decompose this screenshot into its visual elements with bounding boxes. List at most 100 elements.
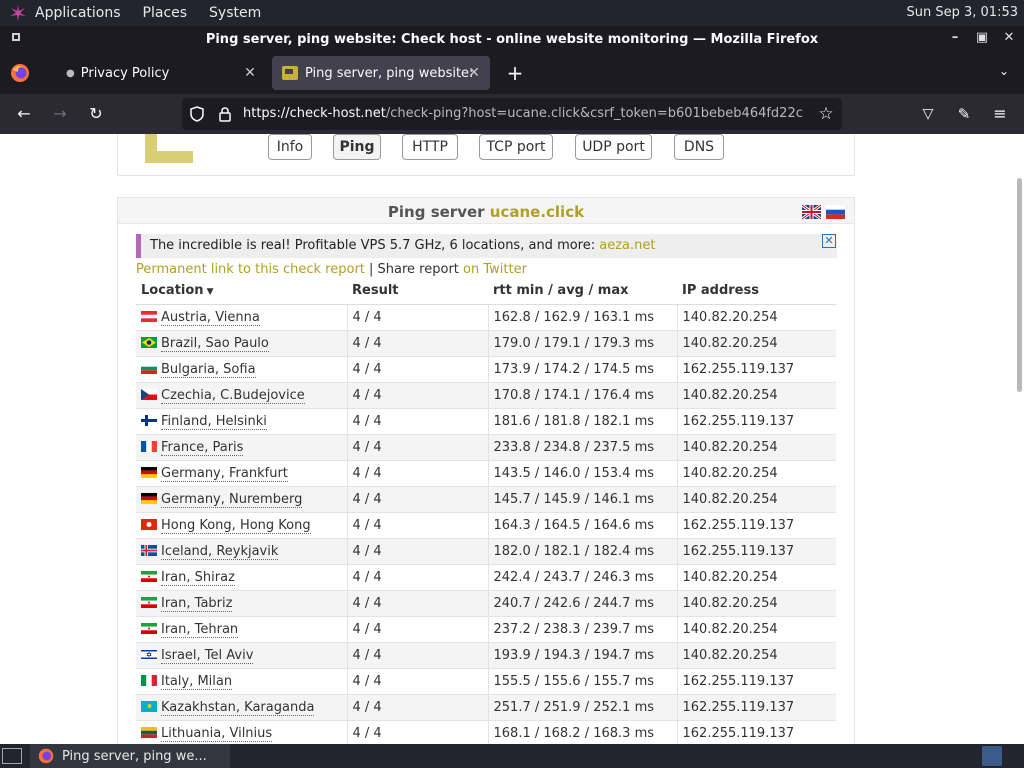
location-link[interactable]: Lithuania, Vilnius: [161, 725, 273, 742]
location-link[interactable]: Finland, Helsinki: [161, 413, 267, 430]
result-header: Result: [347, 278, 488, 305]
rtt-cell: 143.5 / 146.0 / 153.4 ms: [488, 460, 678, 487]
back-icon[interactable]: ←: [14, 104, 34, 124]
location-link[interactable]: Iran, Tehran: [161, 621, 239, 638]
results-table: Location ▼ Result rtt min / avg / max IP …: [136, 278, 836, 744]
location-link[interactable]: Germany, Frankfurt: [161, 465, 288, 482]
location-cell: Lithuania, Vilnius: [136, 720, 348, 744]
nav-ping-button[interactable]: Ping: [333, 134, 381, 160]
title-prefix: Ping server: [387, 203, 485, 221]
tab-privacy-policy[interactable]: ● Privacy Policy ✕: [40, 56, 266, 90]
result-cell: 4 / 4: [347, 720, 489, 744]
location-link[interactable]: Germany, Nuremberg: [161, 491, 303, 508]
distro-logo-icon[interactable]: [9, 4, 27, 22]
table-row: Iceland, Reykjavik 4 / 4 182.0 / 182.1 / 1…: [136, 538, 836, 565]
tray-app-icon[interactable]: [982, 746, 1002, 766]
location-link[interactable]: Italy, Milan: [161, 673, 233, 690]
location-link[interactable]: Iran, Tabriz: [161, 595, 233, 612]
nav-info-button[interactable]: Info: [268, 134, 312, 160]
url-text[interactable]: https://check-host.net/check-ping?host=u…: [243, 106, 803, 121]
english-flag-icon[interactable]: [802, 205, 821, 219]
page-scrollbar[interactable]: [1014, 134, 1024, 744]
location-cell: Bulgaria, Sofia: [136, 356, 348, 383]
app-menu-icon[interactable]: ≡: [990, 104, 1010, 124]
url-bar[interactable]: https://check-host.net/check-ping?host=u…: [182, 98, 842, 130]
tracking-protection-shield-icon[interactable]: [189, 106, 205, 122]
close-tab-icon[interactable]: ✕: [242, 65, 258, 81]
location-cell: Czechia, C.Budejovice: [136, 382, 348, 409]
new-tab-icon[interactable]: +: [505, 63, 525, 83]
maximize-button[interactable]: ▣: [975, 30, 989, 46]
table-row: Italy, Milan 4 / 4 155.5 / 155.6 / 155.7 m…: [136, 668, 836, 695]
ip-cell: 140.82.20.254: [677, 382, 836, 409]
tab-title: Privacy Policy: [80, 65, 170, 81]
forward-icon[interactable]: →: [50, 104, 70, 124]
rtt-cell: 242.4 / 243.7 / 246.3 ms: [488, 564, 678, 591]
pocket-icon[interactable]: ▽: [918, 104, 938, 124]
location-cell: Hong Kong, Hong Kong: [136, 512, 348, 539]
top-panel: Applications Places System Sun Sep 3, 01…: [0, 0, 1024, 26]
location-link[interactable]: Brazil, Sao Paulo: [161, 335, 269, 352]
extensions-icon[interactable]: ✎: [954, 104, 974, 124]
twitter-link[interactable]: on Twitter: [463, 262, 527, 277]
taskbar-firefox-window[interactable]: Ping server, ping we...: [30, 744, 230, 768]
table-row: Israel, Tel Aviv 4 / 4 193.9 / 194.3 / 194…: [136, 642, 836, 669]
check-host-logo-icon[interactable]: [145, 134, 195, 165]
rtt-cell: 170.8 / 174.1 / 176.4 ms: [488, 382, 678, 409]
reload-icon[interactable]: ↻: [86, 104, 106, 124]
rtt-cell: 164.3 / 164.5 / 164.6 ms: [488, 512, 678, 539]
report-host[interactable]: ucane.click: [490, 203, 584, 221]
applications-menu[interactable]: Applications: [35, 5, 121, 21]
location-link[interactable]: France, Paris: [161, 439, 244, 456]
result-cell: 4 / 4: [347, 564, 489, 591]
nav-tcp-port-button[interactable]: TCP port: [479, 134, 553, 160]
location-link[interactable]: Iran, Shiraz: [161, 569, 235, 586]
ad-link[interactable]: aeza.net: [599, 238, 655, 253]
list-all-tabs-icon[interactable]: ⌄: [996, 64, 1012, 80]
firefox-view-icon[interactable]: [10, 63, 30, 83]
rtt-cell: 145.7 / 145.9 / 146.1 ms: [488, 486, 678, 513]
result-cell: 4 / 4: [347, 538, 489, 565]
ip-cell: 140.82.20.254: [677, 304, 836, 331]
nav-dns-button[interactable]: DNS: [674, 134, 724, 160]
location-link[interactable]: Hong Kong, Hong Kong: [161, 517, 311, 534]
scrollbar-thumb[interactable]: [1017, 178, 1022, 392]
show-desktop-icon[interactable]: [2, 748, 22, 764]
tab-unloaded-dot-icon: ●: [66, 67, 75, 79]
ip-cell: 140.82.20.254: [677, 460, 836, 487]
system-menu[interactable]: System: [209, 5, 261, 21]
ip-cell: 140.82.20.254: [677, 434, 836, 461]
location-link[interactable]: Bulgaria, Sofia: [161, 361, 256, 378]
check-host-favicon-icon: [282, 66, 298, 80]
location-link[interactable]: Iceland, Reykjavik: [161, 543, 279, 560]
location-link[interactable]: Israel, Tel Aviv: [161, 647, 254, 664]
cz-flag-icon: [141, 388, 157, 400]
minimize-button[interactable]: –: [948, 30, 962, 46]
rtt-cell: 233.8 / 234.8 / 237.5 ms: [488, 434, 678, 461]
permalink-link[interactable]: Permanent link to this check report: [136, 262, 365, 277]
close-tab-icon[interactable]: ✕: [466, 65, 482, 81]
window-menu-icon[interactable]: [12, 33, 20, 41]
nav-udp-port-button[interactable]: UDP port: [575, 134, 652, 160]
rtt-cell: 193.9 / 194.3 / 194.7 ms: [488, 642, 678, 669]
location-link[interactable]: Kazakhstan, Karaganda: [161, 699, 315, 716]
location-header[interactable]: Location ▼: [136, 278, 347, 305]
location-link[interactable]: Czechia, C.Budejovice: [161, 387, 305, 404]
lock-icon[interactable]: [218, 106, 232, 122]
ad-close-icon[interactable]: ✕: [822, 234, 836, 248]
location-link[interactable]: Austria, Vienna: [161, 309, 260, 326]
bookmark-star-icon[interactable]: ☆: [816, 104, 836, 124]
result-cell: 4 / 4: [347, 590, 489, 617]
rtt-cell: 162.8 / 162.9 / 163.1 ms: [488, 304, 678, 331]
location-cell: Iceland, Reykjavik: [136, 538, 348, 565]
russian-flag-icon[interactable]: [826, 205, 845, 219]
clock[interactable]: Sun Sep 3, 01:53: [907, 5, 1019, 20]
close-window-button[interactable]: ✕: [1002, 30, 1016, 46]
result-cell: 4 / 4: [347, 668, 489, 695]
places-menu[interactable]: Places: [143, 5, 188, 21]
tab-ping-server[interactable]: Ping server, ping website: Ch ✕: [272, 56, 490, 90]
table-row: Brazil, Sao Paulo 4 / 4 179.0 / 179.1 / 17…: [136, 330, 836, 357]
table-row: Germany, Nuremberg 4 / 4 145.7 / 145.9 / 1…: [136, 486, 836, 513]
navigation-toolbar: ← → ↻ https://check-host.net/check-ping?…: [0, 94, 1024, 134]
nav-http-button[interactable]: HTTP: [402, 134, 458, 160]
